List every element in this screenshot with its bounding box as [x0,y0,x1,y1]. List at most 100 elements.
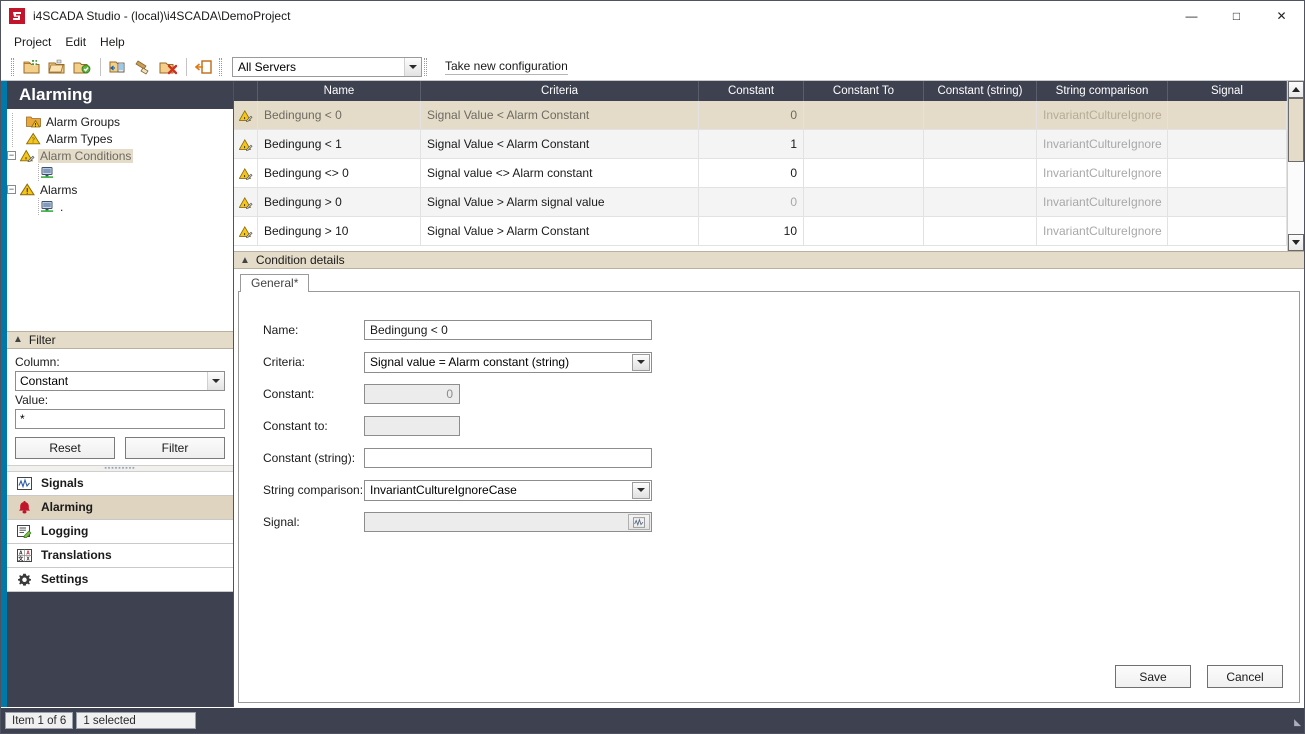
menu-project[interactable]: Project [7,33,58,51]
splitter-grip[interactable]: ▪▪▪▪▪▪▪▪▪ [7,465,233,472]
table-row[interactable]: Bedingung < 0 Signal Value < Alarm Const… [234,101,1287,130]
form-row-signal: Signal: [239,506,1299,538]
alarm-groups-folder-icon [25,115,41,129]
toolbar-separator [100,58,101,76]
navigation-tree[interactable]: Alarm Groups ? Alarm Types − [7,109,233,331]
table-row[interactable]: Bedingung <> 0 Signal value <> Alarm con… [234,159,1287,188]
name-field[interactable]: Bedingung < 0 [364,320,652,340]
constant-label: Constant: [263,387,364,401]
resize-grip-icon[interactable]: ◣ [1287,714,1301,728]
filter-panel-header[interactable]: ▲ Filter [7,331,233,349]
collapse-expander-icon-alarms[interactable]: − [7,185,16,194]
chevron-down-icon[interactable] [632,354,650,371]
condition-details-panel: General* Name: Bedingung < 0 Criteria: S… [234,269,1304,707]
alarm-condition-icon [234,101,258,129]
cell-name: Bedingung < 0 [258,101,421,129]
column-header-string-comparison[interactable]: String comparison [1037,81,1168,101]
column-header-criteria[interactable]: Criteria [421,81,699,101]
condition-details-header[interactable]: ▲ Condition details [234,251,1304,269]
server-select[interactable]: All Servers [232,57,422,77]
form-row-constant-string: Constant (string): [239,442,1299,474]
column-header-name[interactable]: Name [258,81,421,101]
svg-text:A: A [18,550,22,556]
chevron-down-icon[interactable] [404,58,421,76]
tab-general[interactable]: General* [240,274,309,292]
grid-header-row: Name Criteria Constant Constant To Const… [234,81,1287,101]
criteria-value: Signal value = Alarm constant (string) [370,355,569,369]
column-header-constant[interactable]: Constant [699,81,804,101]
sidebar-item-signals[interactable]: Signals [7,472,233,496]
table-row[interactable]: Bedingung > 10 Signal Value > Alarm Cons… [234,217,1287,246]
alarm-condition-icon [234,130,258,158]
column-header-signal[interactable]: Signal [1168,81,1287,101]
minimize-button[interactable]: — [1169,1,1214,31]
column-header-constant-string[interactable]: Constant (string) [924,81,1037,101]
cell-constant-string [924,130,1037,158]
table-row[interactable]: Bedingung > 0 Signal Value > Alarm signa… [234,188,1287,217]
cancel-button[interactable]: Cancel [1207,665,1283,688]
transfer-configuration-icon[interactable] [106,55,130,79]
reset-button[interactable]: Reset [15,437,115,459]
menu-edit[interactable]: Edit [58,33,93,51]
scroll-down-button[interactable] [1288,234,1304,251]
alarm-condition-icon [234,159,258,187]
table-row[interactable]: Bedingung < 1 Signal Value < Alarm Const… [234,130,1287,159]
take-new-configuration-button[interactable]: Take new configuration [445,59,568,75]
sidebar-item-alarming[interactable]: Alarming [7,496,233,520]
cell-criteria: Signal Value > Alarm Constant [421,217,699,245]
maximize-button[interactable]: □ [1214,1,1259,31]
sidebar: Alarming Alarm Groups [7,81,234,707]
chevron-up-icon: ▲ [13,334,23,345]
scroll-up-button[interactable] [1288,81,1304,98]
tree-item-alarm-types[interactable]: ? Alarm Types [7,130,233,147]
criteria-select[interactable]: Signal value = Alarm constant (string) [364,352,652,373]
main-content: Name Criteria Constant Constant To Const… [234,81,1304,707]
delete-configuration-icon[interactable] [156,55,180,79]
column-header-constant-to[interactable]: Constant To [804,81,924,101]
new-project-icon[interactable] [20,55,44,79]
column-header-icon[interactable] [234,81,258,101]
open-project-icon[interactable] [45,55,69,79]
form-row-criteria: Criteria: Signal value = Alarm constant … [239,346,1299,378]
string-comparison-value: InvariantCultureIgnoreCase [370,483,517,497]
sidebar-item-logging[interactable]: Logging [7,520,233,544]
collapse-expander-icon[interactable]: − [7,151,16,160]
sidebar-item-settings[interactable]: Settings [7,568,233,592]
cell-constant-to [804,188,924,216]
tree-item-alarm-groups[interactable]: Alarm Groups [7,113,233,130]
cell-criteria: Signal Value > Alarm signal value [421,188,699,216]
constant-string-field[interactable] [364,448,652,468]
tree-item-label: Alarm Types [44,132,114,146]
clean-configuration-icon[interactable] [131,55,155,79]
cell-string-comparison: InvariantCultureIgnore [1037,217,1168,245]
tree-connector [12,130,13,147]
signal-picker-icon[interactable] [628,514,650,530]
close-button[interactable]: ✕ [1259,1,1304,31]
cell-constant-string [924,101,1037,129]
tree-item-alarm-conditions[interactable]: − Alarm Conditions [7,147,233,164]
filter-column-select[interactable]: Constant [15,371,225,391]
toolbar-grip-2[interactable] [219,58,222,76]
save-button[interactable]: Save [1115,665,1191,688]
toolbar-grip[interactable] [11,58,14,76]
tree-item-alarms[interactable]: − Alarms [7,181,233,198]
string-comparison-select[interactable]: InvariantCultureIgnoreCase [364,480,652,501]
chevron-down-icon[interactable] [207,372,224,390]
scroll-track[interactable] [1288,98,1304,234]
toolbar: All Servers Take new configuration [1,53,1304,81]
cell-constant-to [804,217,924,245]
tree-item-alarm-conditions-server[interactable] [7,164,233,181]
grid-vertical-scrollbar[interactable] [1287,81,1304,251]
sidebar-item-translations[interactable]: A A 文 X Translations [7,544,233,568]
condition-details-label: Condition details [256,253,345,267]
save-project-icon[interactable] [70,55,94,79]
filter-button[interactable]: Filter [125,437,225,459]
filter-value-input[interactable]: * [15,409,225,429]
exit-icon[interactable] [192,55,216,79]
toolbar-grip-3[interactable] [424,58,427,76]
menu-help[interactable]: Help [93,33,132,51]
filter-value-label: Value: [15,393,225,407]
scroll-thumb[interactable] [1288,98,1304,162]
chevron-down-icon[interactable] [632,482,650,499]
tree-item-alarms-server[interactable]: . [7,198,233,215]
